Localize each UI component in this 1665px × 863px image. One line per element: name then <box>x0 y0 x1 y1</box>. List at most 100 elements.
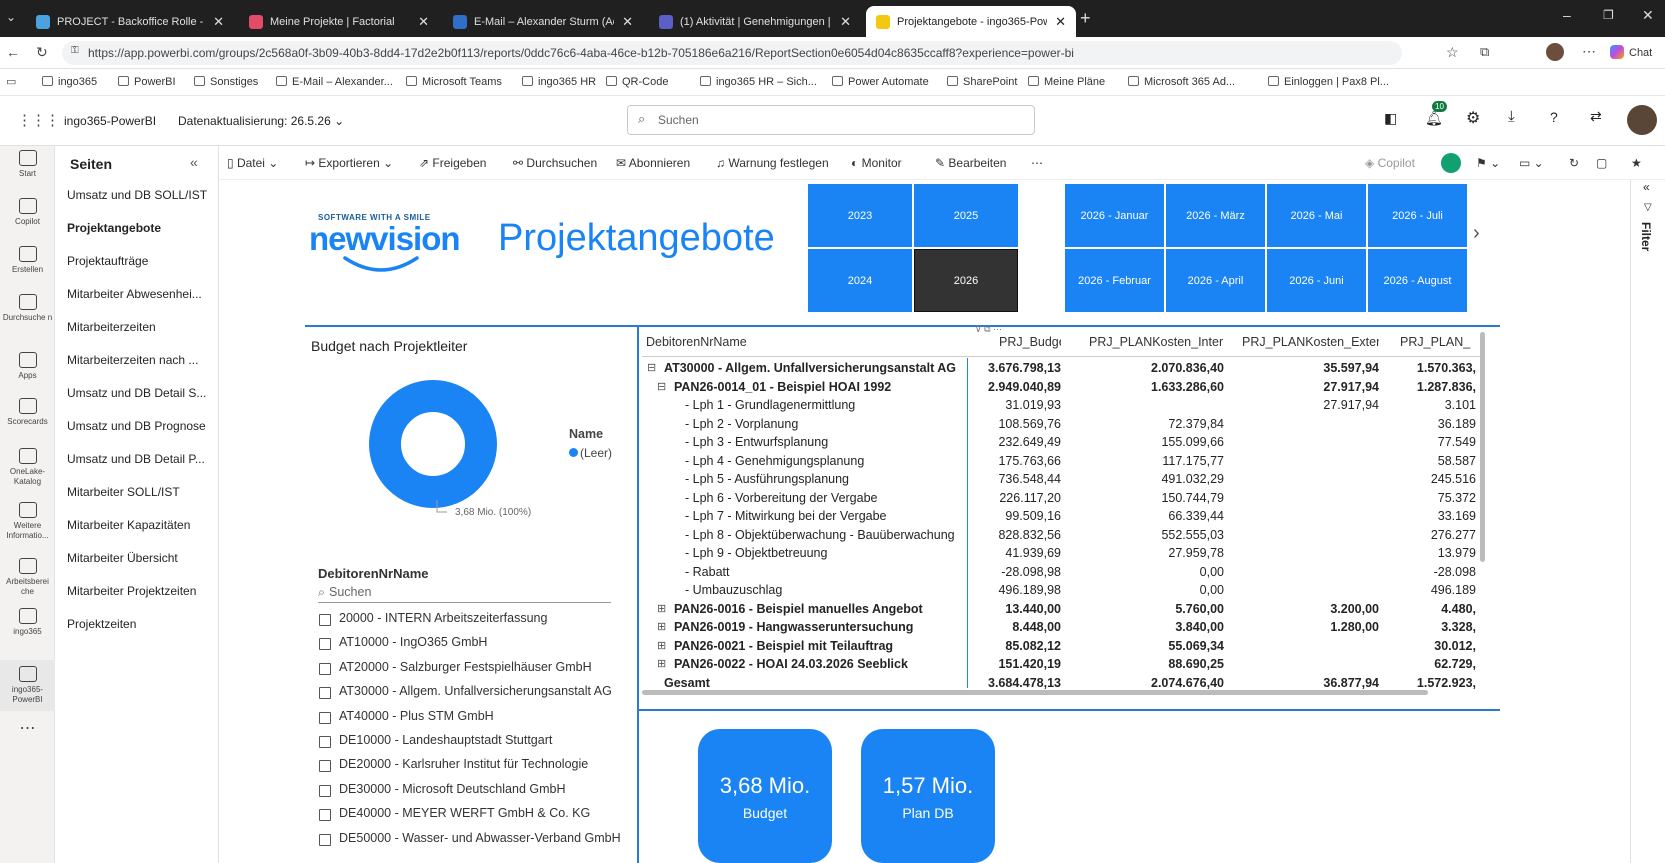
slicer-checkbox[interactable] <box>319 711 331 724</box>
month-slicer-button[interactable]: 2026 - Januar <box>1065 184 1164 247</box>
slicer-checkbox[interactable] <box>319 638 331 651</box>
bookmark-item[interactable]: ingo365 <box>42 76 97 88</box>
kpi-card[interactable]: 1,57 Mio. Plan DB <box>861 729 995 863</box>
table-header-cell[interactable]: PRJ_PLANKosten_Extern <box>1242 335 1379 349</box>
app-launcher-icon[interactable]: ⋮⋮⋮ <box>17 111 60 129</box>
row-expand-icon[interactable]: ⊞ <box>657 620 666 633</box>
panel-icon[interactable]: ◧ <box>1384 110 1397 127</box>
filter-pane[interactable]: « ▽ Filter <box>1630 180 1665 863</box>
bookmark-item[interactable]: PowerBI <box>118 76 176 88</box>
row-expand-icon[interactable]: ⊞ <box>657 602 666 615</box>
close-tab-icon[interactable]: ✕ <box>840 14 851 30</box>
bookmark-item[interactable]: Einloggen | Pax8 Pl... <box>1268 76 1389 88</box>
rail-item[interactable]: Arbeitsberei che <box>0 558 55 597</box>
refresh-visuals-icon[interactable]: ↻ <box>1569 156 1579 170</box>
rail-item[interactable]: Copilot <box>0 198 55 227</box>
slicer-item-label[interactable]: DE50000 - Wasser- und Abwasser-Verband G… <box>339 831 621 845</box>
slicer-checkbox[interactable] <box>319 760 331 773</box>
month-slicer-button[interactable]: 2026 - Juli <box>1368 184 1467 247</box>
slicer-checkbox[interactable] <box>319 736 331 748</box>
tab-list-menu-icon[interactable]: ⌄ <box>6 10 16 24</box>
table-horizontal-scrollbar[interactable] <box>642 690 1428 695</box>
copilot-chat-button[interactable]: Chat <box>1610 45 1652 59</box>
table-row-name[interactable]: - Lph 7 - Mitwirkung bei der Vergabe <box>685 509 964 523</box>
extensions-icon[interactable]: ⧉ <box>1480 44 1489 60</box>
row-expand-icon[interactable]: ⊞ <box>657 657 666 670</box>
month-slicer-button[interactable]: 2026 - Juni <box>1267 249 1366 312</box>
kpi-card[interactable]: 3,68 Mio. Budget <box>698 729 832 863</box>
rail-item[interactable]: Scorecards <box>0 398 55 427</box>
close-tab-icon[interactable]: ✕ <box>418 14 429 30</box>
table-row-name[interactable]: PAN26-0019 - Hangwasseruntersuchung <box>674 620 964 634</box>
expand-filter-icon[interactable]: « <box>1643 180 1650 194</box>
browser-tab[interactable]: Meine Projekte | Factorial ✕ <box>239 6 439 37</box>
user-avatar[interactable] <box>1627 105 1657 135</box>
monitor-button[interactable]: ◐ Monitor <box>851 156 902 170</box>
year-slicer-button[interactable]: 2025 <box>914 184 1018 247</box>
more-options-icon[interactable]: ⋯ <box>1031 156 1043 170</box>
profile-avatar[interactable] <box>1546 43 1564 61</box>
close-tab-icon[interactable]: ✕ <box>622 14 633 30</box>
copilot-button[interactable]: ◈ Copilot <box>1365 156 1415 170</box>
page-item[interactable]: Projektangebote <box>67 221 215 235</box>
export-menu[interactable]: ↦ Exportieren ⌄ <box>305 156 393 170</box>
page-item[interactable]: Mitarbeiter Projektzeiten <box>67 584 215 598</box>
row-expand-icon[interactable]: ⊟ <box>647 361 656 374</box>
comment-icon[interactable]: ▢ <box>1596 156 1607 170</box>
donut-legend-item[interactable]: (Leer) <box>569 446 612 460</box>
bookmark-item[interactable]: E-Mail – Alexander... <box>276 76 393 88</box>
table-vertical-scrollbar[interactable] <box>1480 332 1485 562</box>
bookmark-item[interactable]: ingo365 HR <box>522 76 596 88</box>
slicer-item-label[interactable]: AT30000 - Allgem. Unfallversicherungsans… <box>339 684 612 698</box>
slicer-item-label[interactable]: DE20000 - Karlsruher Institut für Techno… <box>339 757 588 771</box>
collapse-pages-icon[interactable]: « <box>190 154 198 170</box>
rail-item[interactable]: Apps <box>0 352 55 381</box>
row-expand-icon[interactable]: ⊟ <box>657 380 666 393</box>
help-icon[interactable]: ? <box>1550 109 1558 125</box>
browser-tab[interactable]: Projektangebote - ingo365-PowerB ✕ <box>866 6 1076 37</box>
slicer-checkbox[interactable] <box>319 809 331 822</box>
url-field[interactable]: ⚿ https://app.powerbi.com/groups/2c568a0f… <box>62 41 1402 65</box>
share-feedback-icon[interactable]: ⇄ <box>1590 108 1602 125</box>
bookmark-item[interactable]: Sonstiges <box>194 76 258 88</box>
bookmark-icon[interactable]: ⚑ ⌄ <box>1476 156 1500 170</box>
restore-button[interactable]: ❐ <box>1603 8 1614 22</box>
table-row-name[interactable]: - Lph 4 - Genehmigungsplanung <box>685 454 964 468</box>
bookmark-item[interactable]: Microsoft 365 Ad... <box>1128 76 1235 88</box>
close-tab-icon[interactable]: ✕ <box>213 14 224 30</box>
table-row-name[interactable]: PAN26-0021 - Beispiel mit Teilauftrag <box>674 639 964 653</box>
browser-tab[interactable]: PROJECT - Backoffice Rolle - Dyna ✕ <box>26 6 234 37</box>
bookmark-item[interactable]: Microsoft Teams <box>406 76 502 88</box>
table-row-name[interactable]: AT30000 - Allgem. Unfallversicherungsans… <box>664 361 964 375</box>
back-icon[interactable]: ← <box>6 44 20 60</box>
page-item[interactable]: Umsatz und DB Detail P... <box>67 452 215 466</box>
page-item[interactable]: Mitarbeiterzeiten nach ... <box>67 353 215 367</box>
bookmark-item[interactable]: Power Automate <box>832 76 929 88</box>
minimize-button[interactable]: – <box>1563 7 1571 23</box>
table-header-cell[interactable]: DebitorenNrName <box>646 335 747 349</box>
rail-item[interactable]: OneLake-Katalog <box>0 448 55 487</box>
page-item[interactable]: Projektzeiten <box>67 617 215 631</box>
bookmark-item[interactable]: QR-Code <box>606 76 668 88</box>
table-row-name[interactable]: - Lph 8 - Objektüberwachung - Bauüberwac… <box>685 528 964 542</box>
refresh-info[interactable]: Datenaktualisierung: 26.5.26 ⌄ <box>178 114 344 128</box>
rail-item[interactable]: Weitere Informatio... <box>0 502 55 541</box>
table-header-cell[interactable]: PRJ_PLANKosten_Intern <box>1089 335 1224 349</box>
rail-item[interactable]: Erstellen <box>0 246 55 275</box>
sidebar-toggle-icon[interactable]: ▭ <box>6 75 16 88</box>
slicer-checkbox[interactable] <box>319 614 331 626</box>
close-window-button[interactable]: ✕ <box>1642 7 1654 24</box>
rail-item[interactable]: ingo365-PowerBI <box>0 660 55 711</box>
search-input[interactable]: ⌕ Suchen <box>627 105 1035 135</box>
table-row-name[interactable]: - Lph 9 - Objektbetreuung <box>685 546 964 560</box>
page-item[interactable]: Mitarbeiterzeiten <box>67 320 215 334</box>
slicer-item-label[interactable]: AT10000 - IngO365 GmbH <box>339 635 487 649</box>
browser-tab[interactable]: (1) Aktivität | Genehmigungen | M ✕ <box>649 6 861 37</box>
page-item[interactable]: Mitarbeiter Abwesenhei... <box>67 287 215 301</box>
table-visual-menu-icon[interactable]: ⊽ ⧉ ⋯ <box>975 324 1002 335</box>
slicer-item-label[interactable]: AT20000 - Salzburger Festspielhäuser Gmb… <box>339 660 592 674</box>
table-row-name[interactable]: PAN26-0016 - Beispiel manuelles Angebot <box>674 602 964 616</box>
download-icon[interactable]: ⤓ <box>1508 108 1515 125</box>
table-row-name[interactable]: - Lph 5 - Ausführungsplanung <box>685 472 964 486</box>
slicer-checkbox[interactable] <box>319 662 331 675</box>
